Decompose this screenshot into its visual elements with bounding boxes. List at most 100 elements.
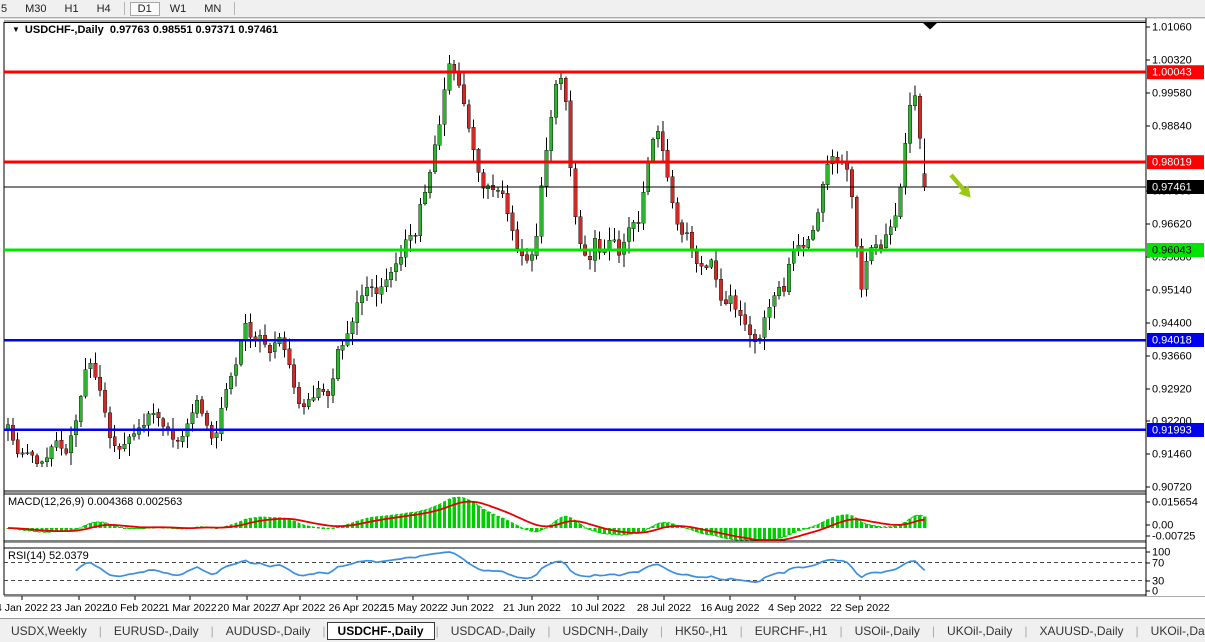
- tab-audusd-daily[interactable]: AUDUSD-,Daily: [215, 622, 322, 640]
- candle-body: [622, 242, 625, 254]
- price-tick-label: 1.00320: [1152, 55, 1192, 67]
- sell-arrow-icon[interactable]: [946, 171, 975, 202]
- rsi-line: [76, 552, 925, 582]
- candle-body: [671, 177, 674, 203]
- candle-body: [482, 173, 485, 189]
- candle-body: [128, 437, 131, 444]
- candle-body: [525, 255, 528, 261]
- candle-body: [545, 150, 548, 186]
- candle-body: [802, 245, 805, 247]
- candle-body: [288, 349, 291, 365]
- candle-body: [181, 436, 184, 441]
- candle-body: [472, 127, 475, 149]
- candle-body: [191, 413, 194, 424]
- candle-body: [118, 446, 121, 449]
- candle-body: [724, 300, 727, 304]
- candle-body: [714, 261, 717, 279]
- candle-body: [748, 325, 751, 335]
- tab-hk50-h1[interactable]: HK50-,H1: [664, 622, 739, 640]
- rsi-tick-label: 0: [1152, 586, 1158, 598]
- candle-body: [821, 184, 824, 212]
- tab-usdx-weekly[interactable]: USDX,Weekly: [0, 622, 98, 640]
- candle-body: [554, 84, 557, 117]
- price-tick-label: 0.98840: [1152, 121, 1192, 133]
- candle-body: [448, 64, 451, 91]
- candle-body: [734, 296, 737, 310]
- date-label: 4 Sep 2022: [768, 602, 822, 614]
- candle-body: [462, 85, 465, 104]
- tab-usdcad-daily[interactable]: USDCAD-,Daily: [440, 622, 547, 640]
- tab-eurusd-daily[interactable]: EURUSD-,Daily: [103, 622, 210, 640]
- candle-body: [516, 230, 519, 249]
- candle-body: [608, 240, 611, 250]
- candle-body: [69, 436, 72, 453]
- date-label: 28 Jul 2022: [637, 602, 691, 614]
- candle-body: [297, 387, 300, 403]
- macd-histogram-bar: [569, 518, 572, 528]
- top-marker-triangle-icon[interactable]: [923, 23, 937, 30]
- macd-histogram-bar: [263, 517, 266, 528]
- candle-body: [152, 413, 155, 414]
- candle-body: [326, 391, 329, 395]
- candle-body: [807, 239, 810, 247]
- candle-body: [157, 412, 160, 418]
- candle-body: [506, 193, 509, 213]
- candle-body: [147, 414, 150, 426]
- macd-histogram-bar: [734, 528, 737, 540]
- candle-body: [782, 286, 785, 291]
- candle-body: [419, 204, 422, 235]
- candle-body: [31, 452, 34, 455]
- candle-body: [84, 370, 87, 397]
- tab-usdchf-daily[interactable]: USDCHF-,Daily: [327, 622, 435, 640]
- macd-tick-label: -0.00725: [1152, 531, 1195, 543]
- candle-body: [16, 440, 19, 454]
- price-badge-label: 0.98019: [1152, 157, 1192, 169]
- date-label: 15 May 2022: [383, 602, 444, 614]
- price-badge-label: 1.00043: [1152, 67, 1192, 79]
- candle-body: [200, 400, 203, 413]
- candle-body: [356, 303, 359, 323]
- candle-body: [385, 280, 388, 287]
- macd-histogram-bar: [593, 528, 596, 531]
- price-axis[interactable]: 1.010601.003200.995800.988400.973600.966…: [1146, 22, 1204, 598]
- candle-body: [370, 287, 373, 288]
- candle-body: [210, 425, 213, 438]
- candle-body: [705, 266, 708, 268]
- candle-body: [511, 213, 514, 231]
- tab-ukoil-daily[interactable]: UKOil-,Daily: [936, 622, 1023, 640]
- tab-ukoil-da[interactable]: UKOil-,Da: [1140, 622, 1205, 640]
- price-badge-label: 0.96043: [1152, 245, 1192, 257]
- candle-body: [579, 217, 582, 244]
- candle-body: [768, 307, 771, 317]
- tab-usdcnh-daily[interactable]: USDCNH-,Daily: [552, 622, 659, 640]
- chart-dropdown-icon[interactable]: ▼: [12, 25, 20, 34]
- rsi-name: RSI(14): [8, 550, 46, 562]
- candle-body: [351, 322, 354, 334]
- candle-body: [132, 434, 135, 437]
- candle-body: [559, 78, 562, 83]
- candle-body: [171, 431, 174, 440]
- price-tick-label: 0.95140: [1152, 285, 1192, 297]
- macd-histogram-bar: [506, 520, 509, 528]
- candle-body: [850, 170, 853, 197]
- candle-body: [249, 322, 252, 337]
- candle-body: [428, 172, 431, 193]
- date-label: 23 Jan 2022: [50, 602, 108, 614]
- candle-body: [617, 240, 620, 255]
- macd-histogram-bar: [850, 516, 853, 528]
- candle-body: [404, 240, 407, 257]
- chart-ohlc-values: 0.97763 0.98551 0.97371 0.97461: [110, 24, 278, 36]
- macd-histogram-bar: [656, 524, 659, 528]
- tab-xauusd-daily[interactable]: XAUUSD-,Daily: [1029, 622, 1135, 640]
- tab-usoil-daily[interactable]: USOil-,Daily: [844, 622, 931, 640]
- macd-histogram-bar: [923, 516, 926, 528]
- candle-body: [811, 230, 814, 239]
- candle-body: [661, 132, 664, 151]
- candle-body: [656, 131, 659, 139]
- macd-histogram-bar: [540, 528, 543, 530]
- chart-title: ▼USDCHF-,Daily 0.97763 0.98551 0.97371 0…: [12, 24, 278, 36]
- tab-eurchf-h1[interactable]: EURCHF-,H1: [744, 622, 839, 640]
- candle-body: [777, 287, 780, 296]
- candle-body: [331, 379, 334, 395]
- candle-body: [113, 437, 116, 446]
